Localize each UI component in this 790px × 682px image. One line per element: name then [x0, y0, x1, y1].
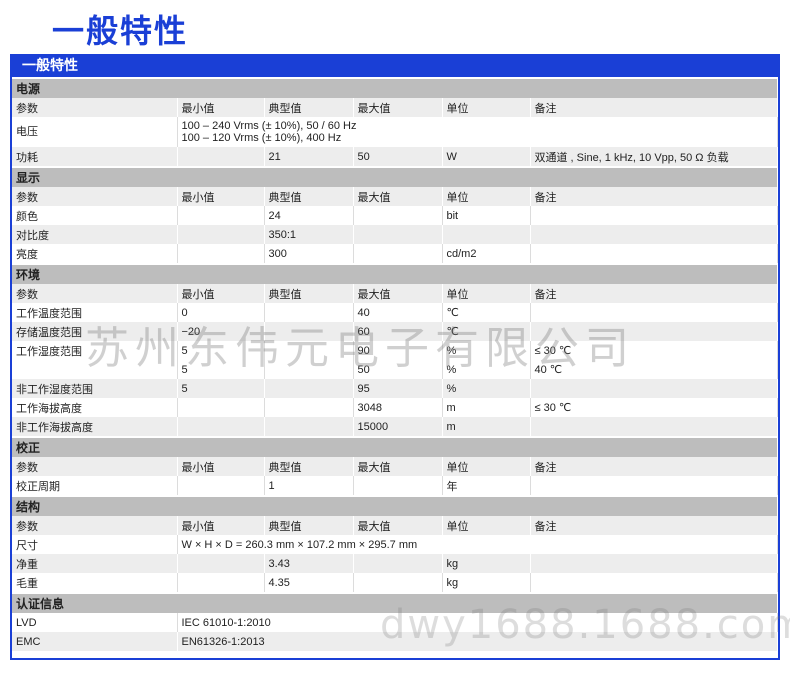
col-unit: 单位: [442, 98, 531, 117]
table-row: 5 50% 40 ℃: [12, 360, 778, 379]
panel-header: 一般特性: [12, 56, 778, 77]
section-header-calibration: 校正: [12, 436, 778, 457]
column-header-row: 参数 最小值 典型值 最大值 单位 备注: [12, 516, 778, 535]
table-row: 工作温度范围 0 40 ℃: [12, 303, 778, 322]
table-row: 对比度 350:1: [12, 225, 778, 244]
col-typ: 典型值: [264, 98, 354, 117]
table-row: 尺寸 W × H × D = 260.3 mm × 107.2 mm × 295.…: [12, 535, 778, 554]
column-header-row: 参数 最小值 典型值 最大值 单位 备注: [12, 457, 778, 476]
table-row: EMC EN61326-1:2013: [12, 632, 778, 651]
section-header-structure: 结构: [12, 495, 778, 516]
section-header-display: 显示: [12, 166, 778, 187]
section-header-power: 电源: [12, 77, 778, 98]
table-row: 亮度 300 cd/m2: [12, 244, 778, 264]
table-row: 校正周期 1 年: [12, 476, 778, 496]
table-row: 非工作湿度范围 5 95%: [12, 379, 778, 398]
spec-table-panel: 一般特性 电源 参数 最小值 典型值 最大值 单位 备注 电压 100 – 240 Vr…: [10, 54, 780, 660]
table-row: 非工作海拔高度 15000 m: [12, 417, 778, 437]
table-row: 净重 3.43 kg: [12, 554, 778, 573]
col-min: 最小值: [177, 98, 265, 117]
section-header-environment: 环境: [12, 263, 778, 284]
column-header-row: 参数 最小值 典型值 最大值 单位 备注: [12, 98, 778, 117]
table-row: 毛重 4.35 kg: [12, 573, 778, 593]
table-row: 功耗 21 50 W 双通道 , Sine, 1 kHz, 10 Vpp, 50 Ω…: [12, 147, 778, 167]
table-row: 工作海拔高度 3048 m ≤ 30 ℃: [12, 398, 778, 417]
spec-table: 电源 参数 最小值 典型值 最大值 单位 备注 电压 100 – 240 Vrms (±…: [12, 77, 778, 651]
table-row: 工作湿度范围 5 90% ≤ 30 ℃: [12, 341, 778, 360]
table-row: 存储温度范围 −20 60 ℃: [12, 322, 778, 341]
table-row: 电压 100 – 240 Vrms (± 10%), 50 / 60 Hz 100…: [12, 117, 778, 147]
section-header-certification: 认证信息: [12, 592, 778, 613]
column-header-row: 参数 最小值 典型值 最大值 单位 备注: [12, 187, 778, 206]
table-row: 颜色 24 bit: [12, 206, 778, 225]
col-param: 参数: [12, 98, 178, 117]
table-row: LVD IEC 61010-1:2010: [12, 613, 778, 632]
column-header-row: 参数 最小值 典型值 最大值 单位 备注: [12, 284, 778, 303]
col-max: 最大值: [353, 98, 443, 117]
col-note: 备注: [530, 98, 778, 117]
page-title: 一般特性: [52, 12, 189, 50]
